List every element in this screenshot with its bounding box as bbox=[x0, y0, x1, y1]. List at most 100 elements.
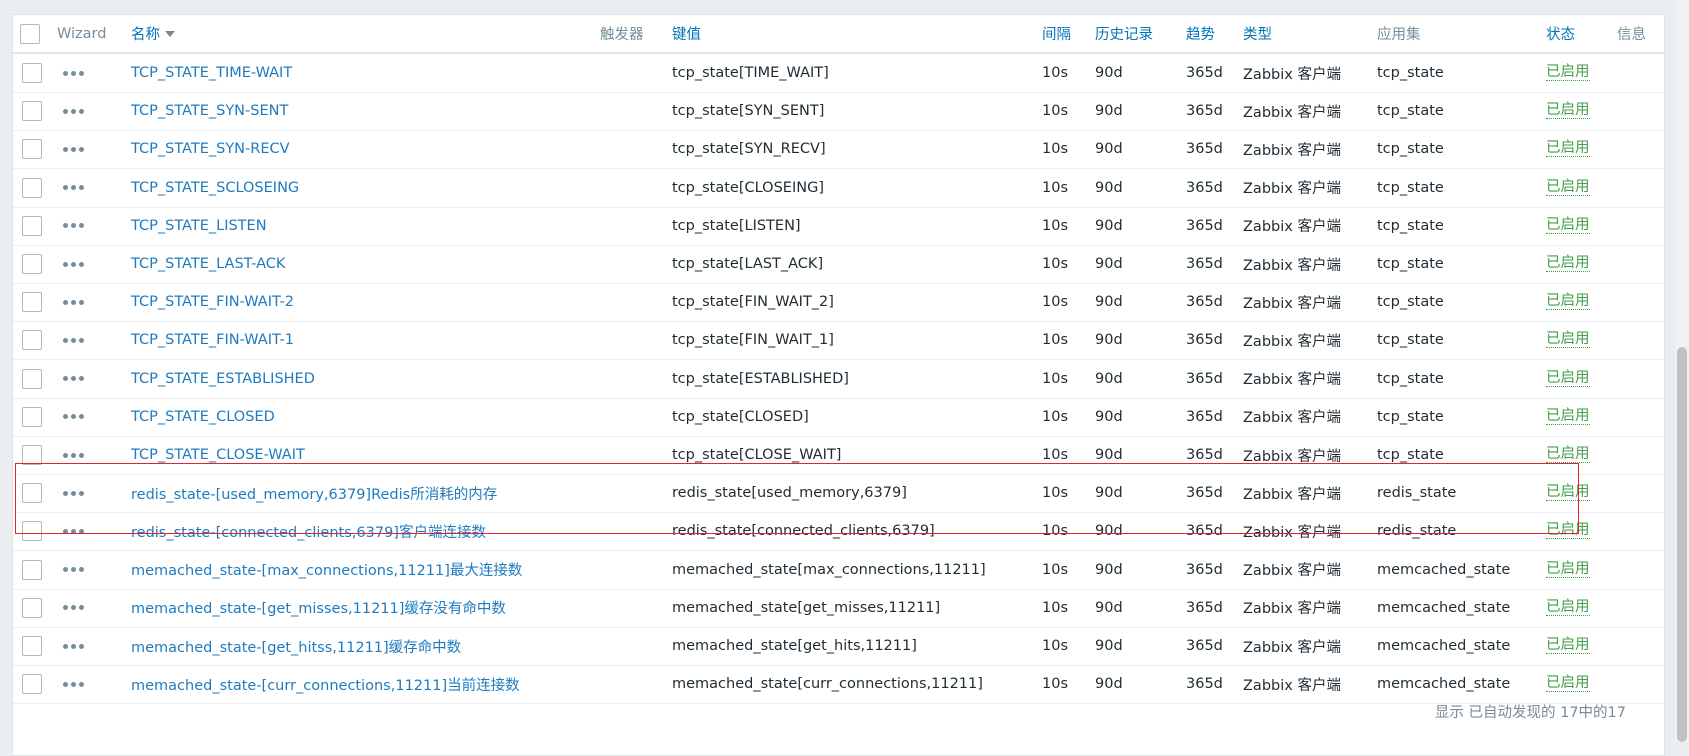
item-key: tcp_state[ESTABLISHED] bbox=[672, 370, 849, 387]
item-status-link[interactable]: 已启用 bbox=[1546, 638, 1590, 654]
row-checkbox[interactable] bbox=[22, 368, 42, 389]
row-checkbox[interactable] bbox=[22, 330, 42, 351]
row-checkbox[interactable] bbox=[22, 636, 42, 656]
table-header: Wizard 名称 触发器 键值 间隔 历史记录 趋势 类型 应用集 状态 信息 bbox=[13, 15, 1664, 54]
ellipsis-icon[interactable] bbox=[63, 474, 84, 512]
item-status-link[interactable]: 已启用 bbox=[1546, 103, 1590, 120]
item-key: memached_state[get_hits,11211] bbox=[672, 638, 917, 654]
row-checkbox[interactable] bbox=[22, 177, 42, 198]
item-status-link[interactable]: 已启用 bbox=[1546, 447, 1590, 463]
item-type: Zabbix 客户端 bbox=[1243, 524, 1341, 541]
ellipsis-icon[interactable] bbox=[63, 589, 84, 627]
scrollbar-thumb[interactable] bbox=[1677, 347, 1687, 742]
item-name-link[interactable]: TCP_STATE_ESTABLISHED bbox=[131, 360, 315, 398]
ellipsis-icon[interactable] bbox=[63, 321, 84, 359]
item-name-link[interactable]: TCP_STATE_LAST-ACK bbox=[131, 245, 285, 283]
item-interval: 10s bbox=[1042, 561, 1069, 578]
col-trends-header[interactable]: 趋势 bbox=[1186, 15, 1215, 52]
row-checkbox[interactable] bbox=[22, 254, 42, 274]
item-application: memcached_state bbox=[1377, 676, 1511, 693]
item-name-link[interactable]: TCP_STATE_FIN-WAIT-1 bbox=[131, 321, 294, 359]
item-interval: 10s bbox=[1042, 638, 1069, 654]
ellipsis-icon[interactable] bbox=[63, 436, 84, 474]
ellipsis-icon[interactable] bbox=[63, 398, 84, 436]
row-checkbox[interactable] bbox=[22, 215, 42, 236]
item-status-link[interactable]: 已启用 bbox=[1546, 65, 1590, 81]
item-status-link[interactable]: 已启用 bbox=[1546, 332, 1590, 349]
col-interval-header[interactable]: 间隔 bbox=[1042, 15, 1071, 52]
ellipsis-icon[interactable] bbox=[63, 169, 84, 207]
item-status-link[interactable]: 已启用 bbox=[1546, 676, 1590, 693]
item-name-link[interactable]: TCP_STATE_SYN-SENT bbox=[131, 92, 288, 130]
select-all-checkbox[interactable] bbox=[20, 23, 40, 44]
item-name-link[interactable]: memached_state-[max_connections,11211]最大… bbox=[131, 551, 522, 589]
item-status-link[interactable]: 已启用 bbox=[1546, 294, 1590, 311]
row-checkbox[interactable] bbox=[22, 63, 42, 83]
col-name-header[interactable]: 名称 bbox=[131, 15, 175, 52]
vertical-scrollbar[interactable] bbox=[1675, 0, 1689, 742]
item-name-link[interactable]: memached_state-[curr_connections,11211]当… bbox=[131, 665, 520, 703]
col-history-header[interactable]: 历史记录 bbox=[1095, 15, 1153, 52]
item-status-link[interactable]: 已启用 bbox=[1546, 523, 1590, 540]
row-checkbox[interactable] bbox=[22, 674, 42, 695]
item-interval: 10s bbox=[1042, 485, 1069, 502]
row-checkbox[interactable] bbox=[22, 292, 42, 313]
item-status-link[interactable]: 已启用 bbox=[1546, 561, 1590, 578]
item-key: tcp_state[SYN_RECV] bbox=[672, 141, 826, 158]
ellipsis-icon[interactable] bbox=[63, 551, 84, 589]
item-trends: 365d bbox=[1186, 103, 1223, 120]
ellipsis-icon[interactable] bbox=[63, 665, 84, 703]
row-checkbox[interactable] bbox=[22, 597, 42, 618]
item-status-link[interactable]: 已启用 bbox=[1546, 179, 1590, 196]
item-name-link[interactable]: TCP_STATE_FIN-WAIT-2 bbox=[131, 283, 294, 321]
ellipsis-icon[interactable] bbox=[63, 207, 84, 245]
item-name-link[interactable]: redis_state-[connected_clients,6379]客户端连… bbox=[131, 512, 486, 550]
item-status-cell: 已启用 bbox=[1546, 436, 1590, 474]
row-checkbox[interactable] bbox=[22, 483, 42, 504]
col-key-header[interactable]: 键值 bbox=[672, 15, 701, 52]
item-name-link[interactable]: redis_state-[used_memory,6379]Redis所消耗的内… bbox=[131, 474, 497, 512]
row-checkbox[interactable] bbox=[22, 406, 42, 427]
item-status-cell: 已启用 bbox=[1546, 92, 1590, 130]
item-trends: 365d bbox=[1186, 294, 1223, 311]
item-history: 90d bbox=[1095, 217, 1123, 234]
row-checkbox[interactable] bbox=[22, 101, 42, 122]
item-type: Zabbix 客户端 bbox=[1243, 448, 1341, 465]
ellipsis-icon[interactable] bbox=[63, 627, 84, 665]
ellipsis-icon[interactable] bbox=[63, 512, 84, 550]
col-type-header[interactable]: 类型 bbox=[1243, 15, 1272, 52]
row-checkbox[interactable] bbox=[22, 139, 42, 160]
item-status-link[interactable]: 已启用 bbox=[1546, 217, 1590, 234]
item-name-link[interactable]: TCP_STATE_SYN-RECV bbox=[131, 130, 290, 168]
item-status-link[interactable]: 已启用 bbox=[1546, 485, 1590, 502]
item-status-link[interactable]: 已启用 bbox=[1546, 408, 1590, 425]
row-checkbox[interactable] bbox=[22, 445, 42, 465]
ellipsis-icon[interactable] bbox=[63, 130, 84, 168]
item-history: 90d bbox=[1095, 256, 1123, 272]
ellipsis-icon[interactable] bbox=[63, 54, 84, 92]
row-checkbox[interactable] bbox=[22, 521, 42, 542]
item-status-cell: 已启用 bbox=[1546, 169, 1590, 207]
item-application: redis_state bbox=[1377, 523, 1457, 540]
col-status-header[interactable]: 状态 bbox=[1546, 15, 1575, 52]
ellipsis-icon[interactable] bbox=[63, 92, 84, 130]
ellipsis-icon[interactable] bbox=[63, 360, 84, 398]
item-name-link[interactable]: TCP_STATE_CLOSE-WAIT bbox=[131, 436, 305, 474]
item-status-link[interactable]: 已启用 bbox=[1546, 370, 1590, 387]
item-name-link[interactable]: TCP_STATE_SCLOSEING bbox=[131, 169, 299, 207]
item-type: Zabbix 客户端 bbox=[1243, 677, 1341, 694]
item-history: 90d bbox=[1095, 179, 1123, 196]
ellipsis-icon[interactable] bbox=[63, 283, 84, 321]
item-status-link[interactable]: 已启用 bbox=[1546, 141, 1590, 158]
item-application: redis_state bbox=[1377, 485, 1457, 502]
row-checkbox[interactable] bbox=[22, 559, 42, 580]
item-name-link[interactable]: memached_state-[get_misses,11211]缓存没有命中数 bbox=[131, 589, 506, 627]
item-status-cell: 已启用 bbox=[1546, 627, 1590, 665]
item-name-link[interactable]: memached_state-[get_hitss,11211]缓存命中数 bbox=[131, 627, 461, 665]
item-name-link[interactable]: TCP_STATE_LISTEN bbox=[131, 207, 267, 245]
ellipsis-icon[interactable] bbox=[63, 245, 84, 283]
item-status-link[interactable]: 已启用 bbox=[1546, 599, 1590, 616]
item-status-link[interactable]: 已启用 bbox=[1546, 256, 1590, 272]
item-name-link[interactable]: TCP_STATE_TIME-WAIT bbox=[131, 54, 292, 92]
item-name-link[interactable]: TCP_STATE_CLOSED bbox=[131, 398, 275, 436]
